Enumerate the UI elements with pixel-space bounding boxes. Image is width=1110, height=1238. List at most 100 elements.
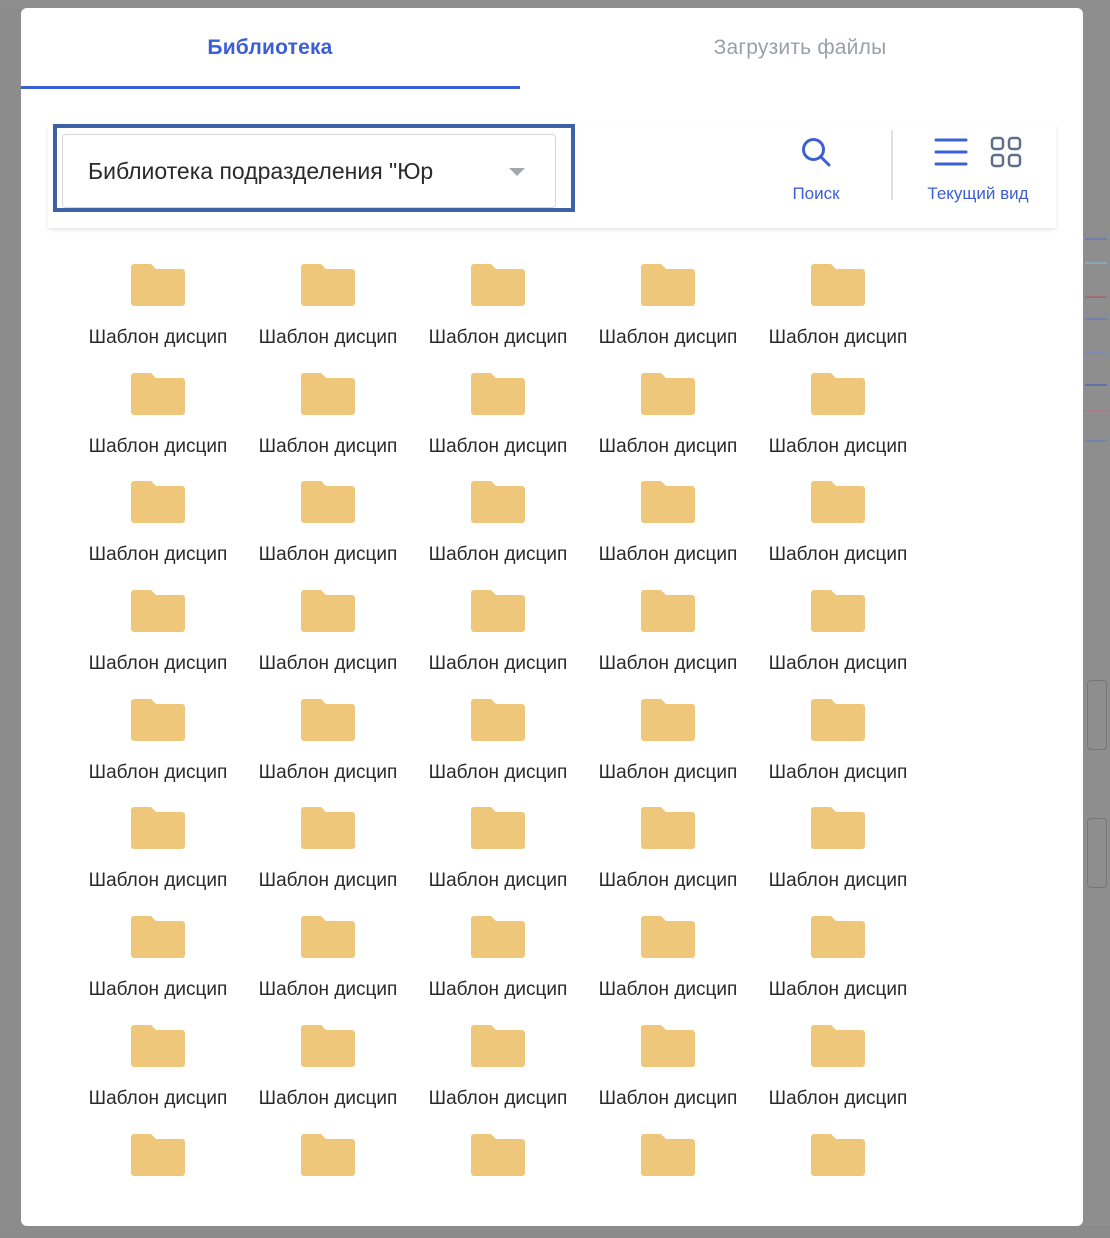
folder-item[interactable]: Шаблон дисцип: [753, 258, 923, 367]
folder-item[interactable]: Шаблон дисцип: [413, 475, 583, 584]
folder-item[interactable]: Шаблон дисцип: [73, 258, 243, 367]
folder-item[interactable]: Шаблон дисцип: [583, 1019, 753, 1128]
folder-item[interactable]: Шаблон дисцип: [73, 910, 243, 1019]
folder-item[interactable]: Шаблон дисцип: [243, 910, 413, 1019]
folder-item[interactable]: Шаблон дисцип: [73, 801, 243, 910]
grid-view-icon[interactable]: [990, 136, 1022, 168]
folder-icon: [641, 916, 695, 959]
folder-item[interactable]: Шаблон дисцип: [413, 1019, 583, 1128]
folder-label: Шаблон дисцип: [598, 979, 738, 1001]
folder-item[interactable]: Шаблон дисцип: [413, 258, 583, 367]
folder-item[interactable]: Шаблон дисцип: [243, 367, 413, 476]
folder-icon: [641, 1024, 695, 1067]
folder-label: Шаблон дисцип: [768, 761, 908, 783]
folder-item[interactable]: Шаблон дисцип: [753, 1019, 923, 1128]
file-picker-modal: Библиотека Загрузить файлы Библиотека по…: [21, 8, 1083, 1226]
folder-icon: [471, 590, 525, 633]
folder-icon: [471, 916, 525, 959]
folder-item[interactable]: Шаблон дисцип: [73, 584, 243, 693]
folder-icon: [301, 1133, 355, 1176]
folder-item[interactable]: [753, 1128, 923, 1227]
folder-item[interactable]: Шаблон дисцип: [753, 367, 923, 476]
folder-label: Шаблон дисцип: [768, 870, 908, 892]
folder-label: Шаблон дисцип: [768, 1087, 908, 1109]
folder-item[interactable]: Шаблон дисцип: [243, 475, 413, 584]
search-button[interactable]: Поиск: [768, 132, 864, 204]
folder-label: Шаблон дисцип: [88, 870, 228, 892]
folder-label: Шаблон дисцип: [88, 979, 228, 1001]
folder-item[interactable]: Шаблон дисцип: [73, 475, 243, 584]
folder-item[interactable]: Шаблон дисцип: [583, 693, 753, 802]
folder-icon: [471, 698, 525, 741]
folder-item[interactable]: Шаблон дисцип: [753, 693, 923, 802]
folder-icon: [131, 264, 185, 306]
folder-item[interactable]: [583, 1128, 753, 1227]
tab-upload-files[interactable]: Загрузить файлы: [551, 8, 1049, 88]
folder-item[interactable]: Шаблон дисцип: [753, 801, 923, 910]
folder-label: Шаблон дисцип: [598, 761, 738, 783]
folder-label: Шаблон дисцип: [258, 979, 398, 1001]
folder-label: Шаблон дисцип: [768, 544, 908, 566]
folder-item[interactable]: Шаблон дисцип: [583, 258, 753, 367]
folder-item[interactable]: [413, 1128, 583, 1227]
folder-icon: [811, 372, 865, 415]
folder-item[interactable]: [73, 1128, 243, 1227]
folder-label: Шаблон дисцип: [768, 979, 908, 1001]
folder-icon: [131, 590, 185, 633]
folder-item[interactable]: [243, 1128, 413, 1227]
folder-label: Шаблон дисцип: [88, 544, 228, 566]
folder-label: Шаблон дисцип: [598, 653, 738, 675]
folder-icon: [471, 264, 525, 306]
folder-item[interactable]: Шаблон дисцип: [413, 693, 583, 802]
folder-icon: [131, 481, 185, 524]
folder-icon: [301, 698, 355, 741]
list-view-icon[interactable]: [934, 136, 968, 168]
folder-item[interactable]: Шаблон дисцип: [583, 367, 753, 476]
folder-item[interactable]: Шаблон дисцип: [583, 584, 753, 693]
folder-icon: [641, 264, 695, 306]
folder-label: Шаблон дисцип: [768, 653, 908, 675]
folder-item[interactable]: Шаблон дисцип: [243, 258, 413, 367]
folder-icon: [641, 1133, 695, 1176]
folder-icon: [641, 481, 695, 524]
folder-item[interactable]: Шаблон дисцип: [73, 1019, 243, 1128]
folder-label: Шаблон дисцип: [428, 979, 568, 1001]
folder-label: Шаблон дисцип: [88, 761, 228, 783]
folder-icon: [811, 916, 865, 959]
folder-item[interactable]: Шаблон дисцип: [583, 801, 753, 910]
library-select-value: Библиотека подразделения "Юр: [88, 157, 434, 184]
library-select[interactable]: Библиотека подразделения "Юр: [62, 134, 556, 208]
folder-label: Шаблон дисцип: [258, 1087, 398, 1109]
folder-icon: [811, 698, 865, 741]
folder-item[interactable]: Шаблон дисцип: [243, 584, 413, 693]
folder-item[interactable]: Шаблон дисцип: [753, 584, 923, 693]
folder-item[interactable]: Шаблон дисцип: [243, 693, 413, 802]
folder-icon: [131, 1133, 185, 1176]
tab-bar: Библиотека Загрузить файлы: [21, 8, 1083, 90]
folder-item[interactable]: Шаблон дисцип: [413, 367, 583, 476]
folder-label: Шаблон дисцип: [88, 327, 228, 348]
folder-icon: [641, 698, 695, 741]
tab-library[interactable]: Библиотека: [21, 8, 519, 88]
folder-label: Шаблон дисцип: [258, 544, 398, 566]
folder-label: Шаблон дисцип: [88, 653, 228, 675]
folder-item[interactable]: Шаблон дисцип: [583, 475, 753, 584]
folder-icon: [131, 372, 185, 415]
folder-item[interactable]: Шаблон дисцип: [753, 475, 923, 584]
folder-item[interactable]: Шаблон дисцип: [243, 1019, 413, 1128]
folder-label: Шаблон дисцип: [88, 1087, 228, 1109]
folder-item[interactable]: Шаблон дисцип: [243, 801, 413, 910]
folder-item[interactable]: Шаблон дисцип: [73, 693, 243, 802]
folder-icon: [301, 264, 355, 306]
folder-item[interactable]: Шаблон дисцип: [413, 801, 583, 910]
folder-item[interactable]: Шаблон дисцип: [413, 910, 583, 1019]
folder-icon: [301, 590, 355, 633]
folder-label: Шаблон дисцип: [598, 544, 738, 566]
folder-item[interactable]: Шаблон дисцип: [73, 367, 243, 476]
folder-item[interactable]: Шаблон дисцип: [583, 910, 753, 1019]
view-toggle[interactable]: Текущий вид: [916, 132, 1040, 204]
folder-label: Шаблон дисцип: [428, 327, 568, 348]
folder-item[interactable]: Шаблон дисцип: [753, 910, 923, 1019]
view-label: Текущий вид: [927, 184, 1029, 203]
folder-item[interactable]: Шаблон дисцип: [413, 584, 583, 693]
